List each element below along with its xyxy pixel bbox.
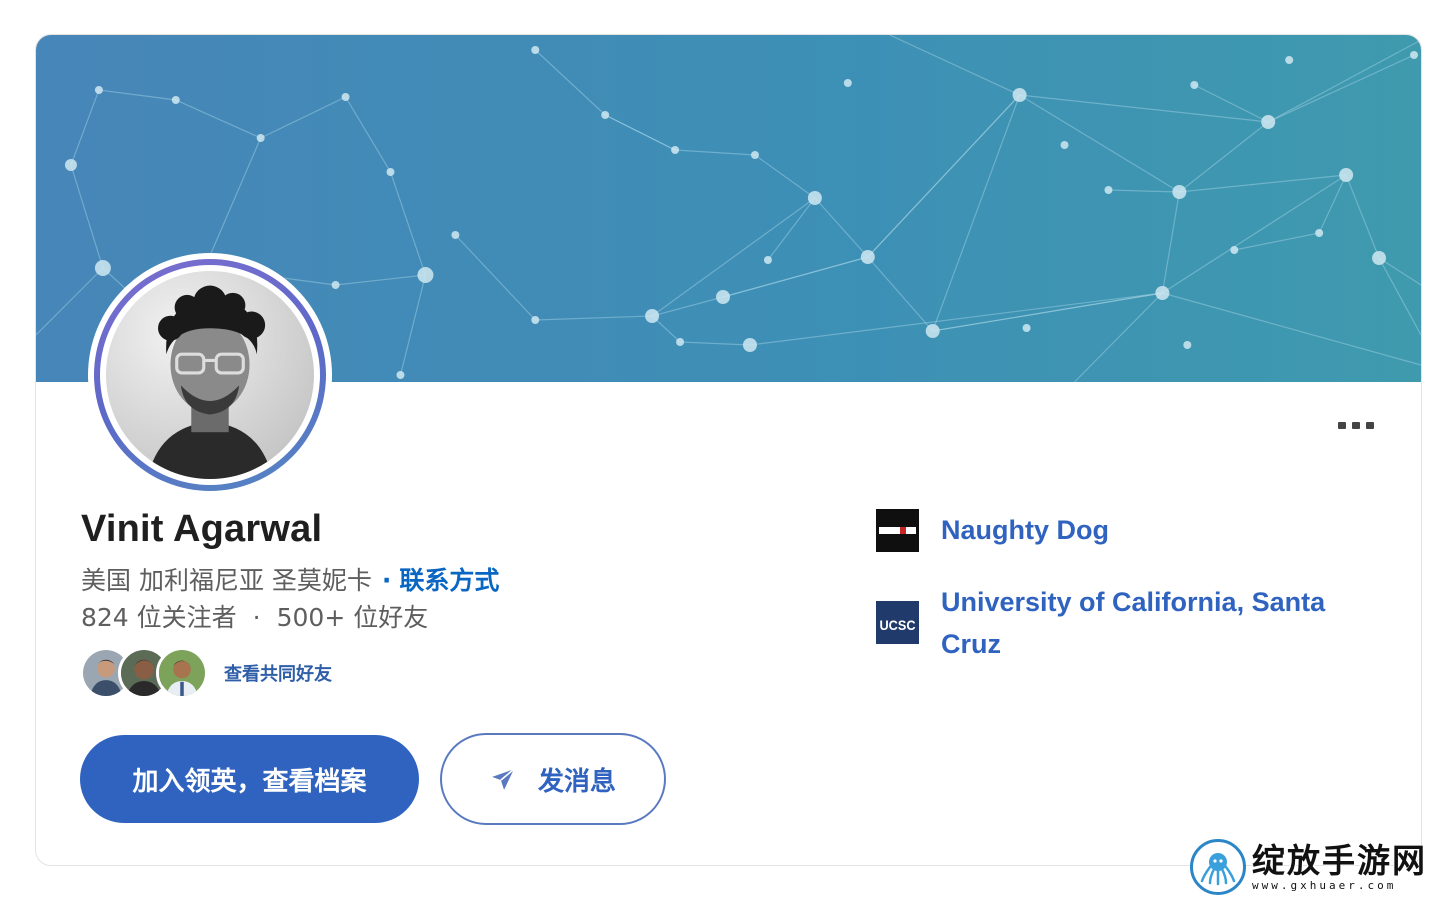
watermark-title: 绽放手游网 [1252,840,1427,880]
ucsc-logo: UCSC [876,601,919,644]
send-message-label: 发消息 [537,766,616,797]
location-separator: · [381,566,392,595]
more-options-button[interactable] [1326,407,1386,443]
company-name: Naughty Dog [941,515,1109,545]
avatar-photo [106,271,314,479]
profile-card: Vinit Agarwal 美国 加利福尼亚 圣莫妮卡 · 联系方式 824 位关注… [35,34,1422,866]
watermark-text: 绽放手游网 www.gxhuaer.com [1252,840,1427,892]
mutual-connections[interactable]: 查看共同好友 [80,647,332,699]
naughty-dog-logo [876,509,919,552]
site-watermark: 绽放手游网 www.gxhuaer.com [1190,836,1440,898]
profile-avatar[interactable] [88,253,332,497]
view-mutual-connections-link[interactable]: 查看共同好友 [224,660,332,686]
stats-line: 824 位关注者 · 500+ 位好友 [81,598,428,634]
education-school[interactable]: UCSC University of California, Santa Cru… [876,581,1361,665]
more-icon [1352,421,1360,429]
join-to-view-profile-button[interactable]: 加入领英，查看档案 [80,735,419,823]
location-text: 美国 加利福尼亚 圣莫妮卡 [81,566,372,595]
contact-info-link[interactable]: 联系方式 [399,566,499,595]
mutual-avatar [156,647,208,699]
followers-count: 824 位关注者 [81,603,237,632]
octopus-icon [1190,839,1246,895]
profile-name: Vinit Agarwal [81,508,323,550]
current-company[interactable]: Naughty Dog [876,509,1361,552]
send-message-button[interactable]: 发消息 [440,733,666,825]
more-icon [1366,421,1374,429]
avatar-frame [100,265,320,485]
watermark-url: www.gxhuaer.com [1252,878,1397,892]
stats-separator: · [252,603,261,632]
school-name: University of California, Santa Cruz [941,587,1326,659]
avatar-ring [94,259,326,491]
send-icon [492,768,515,790]
connections-count: 500+ 位好友 [276,603,429,632]
svg-text:UCSC: UCSC [880,617,916,633]
location-line: 美国 加利福尼亚 圣莫妮卡 · 联系方式 [81,561,499,597]
more-icon [1338,421,1346,429]
